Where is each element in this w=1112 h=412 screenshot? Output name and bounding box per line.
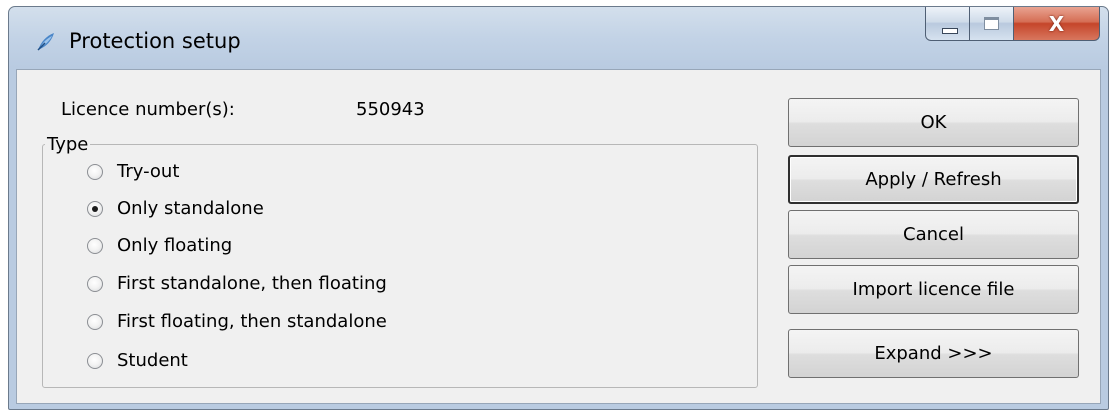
import-licence-file-button[interactable]: Import licence file [788,265,1079,314]
feather-app-icon [37,33,54,51]
title-bar[interactable]: Protection setup X [9,7,1108,69]
close-icon: X [1048,12,1065,36]
radio-option-first-standalone-then-floating[interactable]: First standalone, then floating [87,273,387,294]
minimize-icon [942,28,958,34]
radio-option-only-standalone[interactable]: Only standalone [87,198,264,219]
protection-setup-window: Protection setup X Licence number(s): 55… [8,6,1109,410]
dialog-body: Licence number(s): 550943 Type Try-out O… [16,69,1101,404]
expand-button[interactable]: Expand >>> [788,329,1079,378]
radio-label: First standalone, then floating [117,273,387,294]
maximize-button[interactable] [970,7,1014,41]
radio-option-only-floating[interactable]: Only floating [87,235,232,256]
maximize-icon [984,17,999,30]
radio-button[interactable] [87,200,103,217]
radio-button[interactable] [87,275,103,292]
apply-refresh-button[interactable]: Apply / Refresh [788,155,1079,204]
licence-number-value: 550943 [356,99,425,120]
radio-button[interactable] [87,163,103,180]
cancel-button[interactable]: Cancel [788,210,1079,259]
radio-button[interactable] [87,313,103,330]
licence-number-label: Licence number(s): [61,99,235,120]
radio-label: Student [117,350,188,371]
radio-label: Try-out [117,161,180,182]
window-title: Protection setup [69,29,241,53]
radio-label: First floating, then standalone [117,311,387,332]
radio-option-first-floating-then-standalone[interactable]: First floating, then standalone [87,311,387,332]
radio-option-student[interactable]: Student [87,350,188,371]
caption-buttons: X [925,7,1100,41]
radio-button[interactable] [87,352,103,369]
minimize-button[interactable] [925,7,970,41]
radio-label: Only floating [117,235,233,256]
radio-label: Only standalone [117,198,264,219]
ok-button[interactable]: OK [788,98,1079,147]
radio-option-try-out[interactable]: Try-out [87,161,179,182]
radio-button[interactable] [87,237,103,254]
close-button[interactable]: X [1014,7,1100,41]
type-group-title: Type [45,134,91,155]
